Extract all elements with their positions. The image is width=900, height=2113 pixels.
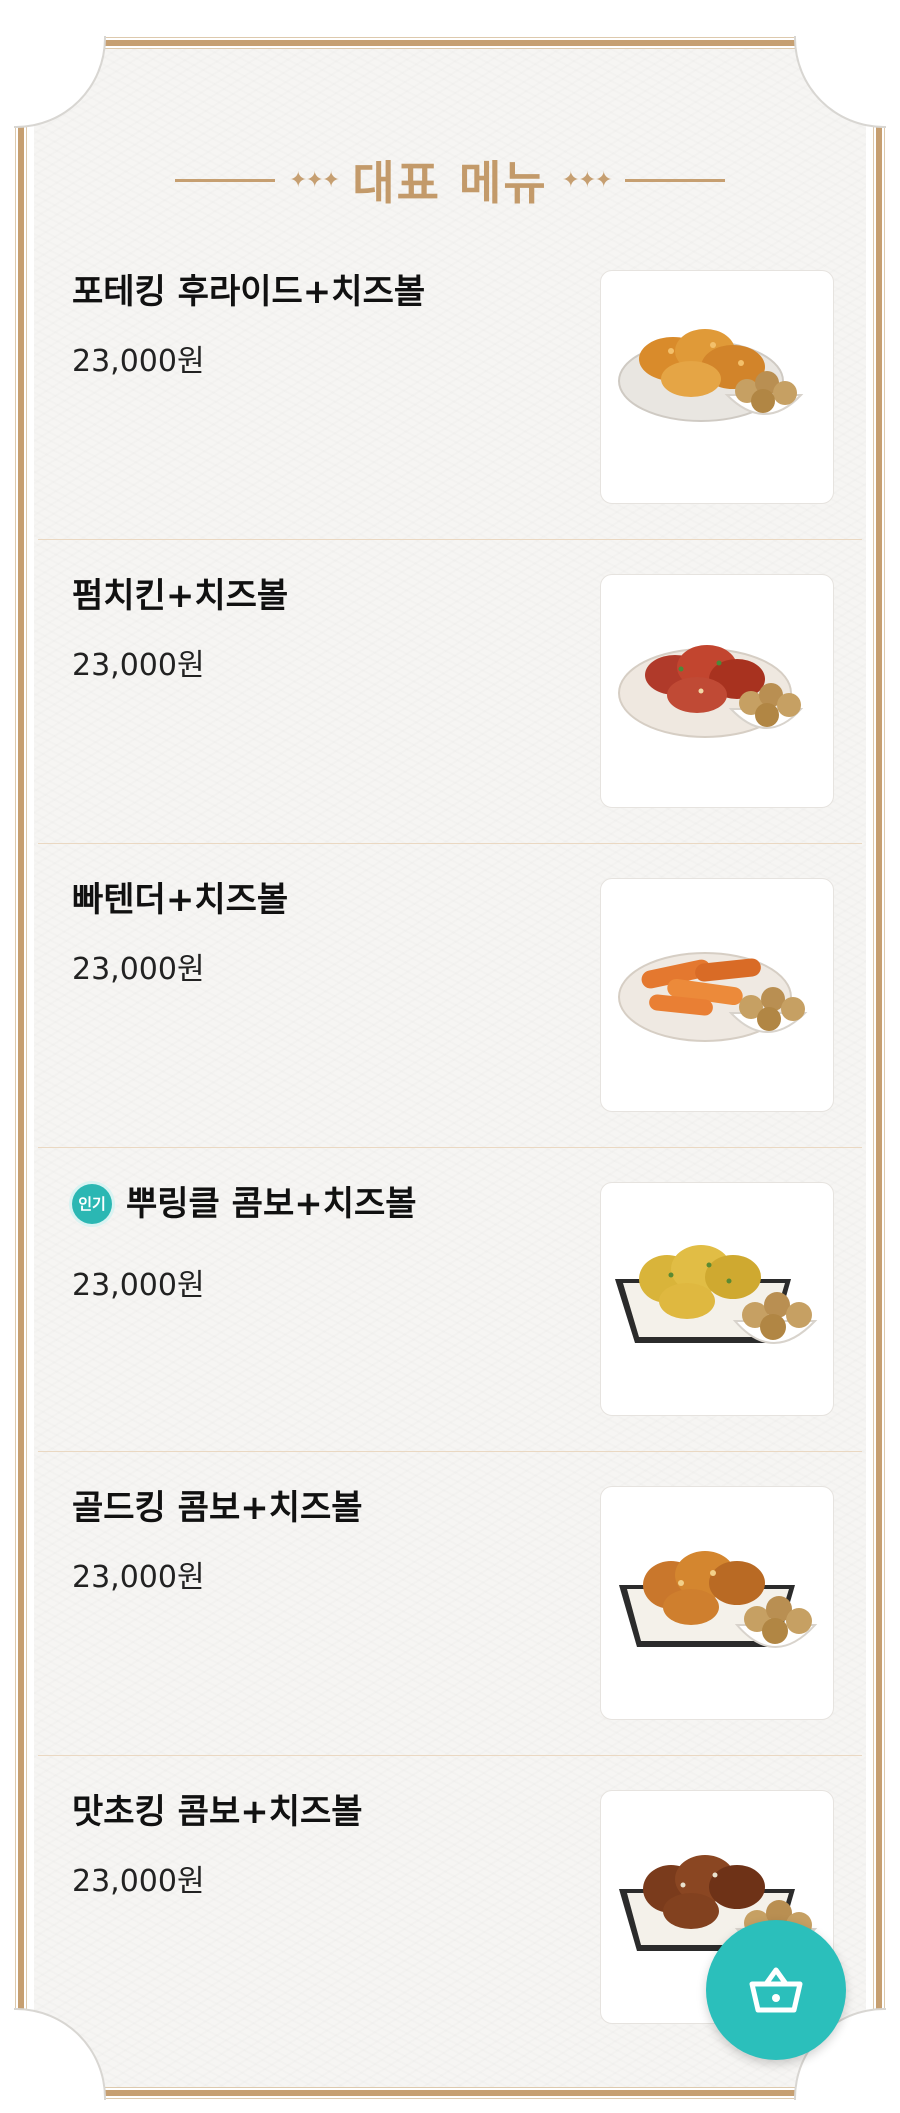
menu-item-name: 빠텐더+치즈볼 [72, 878, 592, 922]
menu-item-price: 23,000원 [72, 1560, 205, 1595]
spicy-chicken-cheeseball-image[interactable] [600, 574, 834, 808]
menu-item-text: 펌치킨+치즈볼 23,000원 [72, 574, 592, 684]
menu-list: 포테킹 후라이드+치즈볼 23,000원 펌치킨+치즈볼 23,000원 빠텐더… [38, 236, 862, 2059]
menu-item-name: 펌치킨+치즈볼 [72, 574, 592, 618]
combo-chicken-cheeseball-image[interactable] [600, 1182, 834, 1416]
menu-item[interactable]: 골드킹 콤보+치즈볼 23,000원 [38, 1452, 862, 1756]
menu-item-name-text: 맛초킹 콤보+치즈볼 [72, 1792, 363, 1832]
menu-item-name: 골드킹 콤보+치즈볼 [72, 1486, 592, 1530]
basket-icon [749, 1967, 803, 2013]
gold-combo-cheeseball-image[interactable] [600, 1486, 834, 1720]
sparkle-icon: ✦✦✦ [561, 167, 613, 193]
frame-border-left [16, 122, 26, 2014]
heading-rule-left [175, 178, 276, 182]
menu-item-text: 맛초킹 콤보+치즈볼 23,000원 [72, 1790, 592, 1900]
menu-item-text: 포테킹 후라이드+치즈볼 23,000원 [72, 270, 592, 380]
menu-item[interactable]: 포테킹 후라이드+치즈볼 23,000원 [38, 236, 862, 540]
menu-item-name-text: 포테킹 후라이드+치즈볼 [72, 272, 426, 312]
menu-item-price: 23,000원 [72, 952, 205, 987]
menu-item-text: 골드킹 콤보+치즈볼 23,000원 [72, 1486, 592, 1596]
frame-border-top [100, 38, 800, 48]
menu-item-price: 23,000원 [72, 1268, 205, 1303]
menu-item[interactable]: 펌치킨+치즈볼 23,000원 [38, 540, 862, 844]
section-heading: ✦✦✦ 대표 메뉴 ✦✦✦ [0, 140, 900, 220]
menu-item[interactable]: 빠텐더+치즈볼 23,000원 [38, 844, 862, 1148]
section-title: 대표 메뉴 [352, 156, 548, 210]
menu-item[interactable]: 인기 뿌링클 콤보+치즈볼 23,000원 [38, 1148, 862, 1452]
menu-item-name-text: 빠텐더+치즈볼 [72, 880, 289, 920]
menu-item-name: 맛초킹 콤보+치즈볼 [72, 1790, 592, 1834]
menu-item-text: 빠텐더+치즈볼 23,000원 [72, 878, 592, 988]
menu-item-text: 인기 뿌링클 콤보+치즈볼 23,000원 [72, 1182, 592, 1304]
menu-item-name-text: 펌치킨+치즈볼 [72, 576, 289, 616]
menu-item-name: 포테킹 후라이드+치즈볼 [72, 270, 592, 314]
tender-chicken-cheeseball-image[interactable] [600, 878, 834, 1112]
cart-button[interactable] [706, 1920, 846, 2060]
menu-item-price: 23,000원 [72, 1864, 205, 1899]
sparkle-icon: ✦✦✦ [289, 167, 340, 193]
popular-badge: 인기 [72, 1184, 112, 1224]
heading-rule-right [624, 178, 725, 182]
menu-item-price: 23,000원 [72, 344, 205, 379]
menu-item-name: 인기 뿌링클 콤보+치즈볼 [72, 1182, 592, 1226]
fried-chicken-cheeseball-image[interactable] [600, 270, 834, 504]
menu-item-price: 23,000원 [72, 648, 205, 683]
menu-item-name-text: 골드킹 콤보+치즈볼 [72, 1488, 363, 1528]
menu-item-name-text: 뿌링클 콤보+치즈볼 [126, 1184, 417, 1224]
frame-border-bottom [100, 2088, 800, 2098]
frame-border-right [874, 122, 884, 2014]
